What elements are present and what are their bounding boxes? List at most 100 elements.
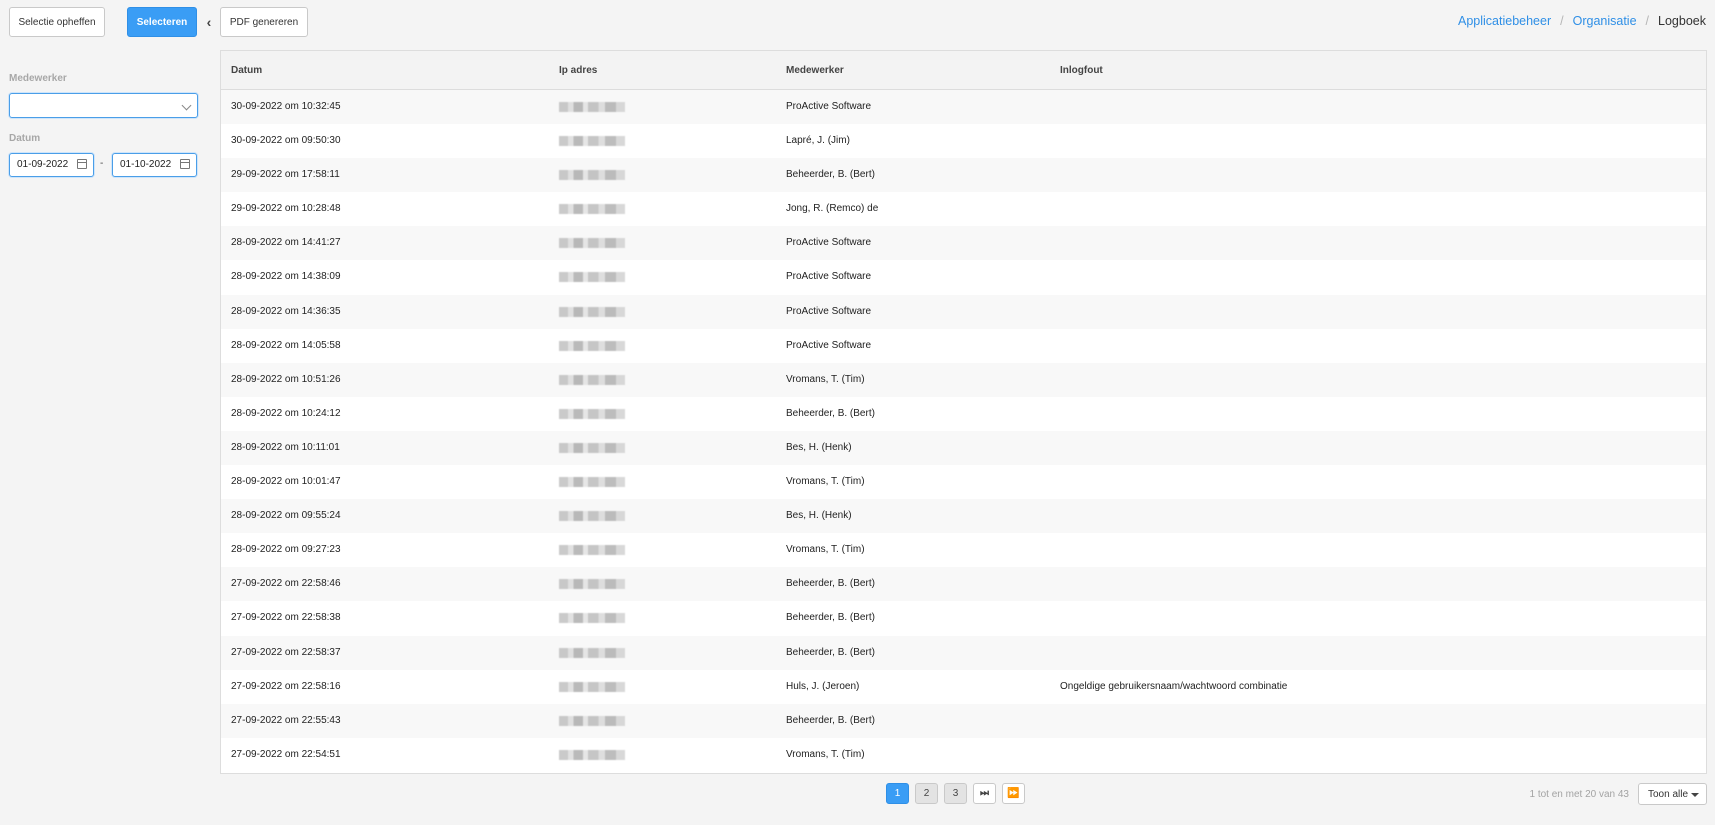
- cell-ip-adres-redacted: [559, 408, 625, 422]
- cell-medewerker: Beheerder, B. (Bert): [786, 714, 875, 726]
- employee-filter-label: Medewerker: [9, 73, 67, 84]
- column-header-inlogfout[interactable]: Inlogfout: [1060, 51, 1103, 90]
- cell-ip-adres-redacted: [559, 170, 625, 183]
- page-size-dropdown[interactable]: Toon alle: [1638, 783, 1707, 805]
- log-table: Datum Ip adres Medewerker Inlogfout 30-0…: [220, 50, 1707, 774]
- column-header-ip-adres[interactable]: Ip adres: [559, 51, 597, 90]
- pagination-range-text: 1 tot en met 20 van 43: [1529, 789, 1629, 800]
- date-from-input[interactable]: 01-09-2022: [9, 153, 94, 177]
- cell-datum: 28-09-2022 om 09:55:24: [231, 510, 341, 522]
- cell-medewerker: ProActive Software: [786, 237, 872, 249]
- cell-datum: 29-09-2022 om 17:58:11: [231, 169, 340, 181]
- date-from-value: 01-09-2022: [17, 159, 69, 170]
- table-row[interactable]: 27-09-2022 om 22:58:37 Beheerder, B. (Ber…: [221, 635, 1706, 670]
- table-row[interactable]: 28-09-2022 om 14:36:35 ProActive Software: [221, 294, 1706, 329]
- table-row[interactable]: 28-09-2022 om 14:38:09 ProActive Software: [221, 260, 1706, 295]
- table-row[interactable]: 28-09-2022 om 14:05:58 ProActive Software: [221, 328, 1706, 363]
- cell-medewerker: Beheerder, B. (Bert): [786, 407, 875, 419]
- cell-medewerker: ProActive Software: [786, 339, 872, 351]
- table-row[interactable]: 28-09-2022 om 10:51:26 Vromans, T. (Tim): [221, 362, 1706, 397]
- cell-ip-adres-redacted: [559, 136, 625, 149]
- cell-medewerker: Huls, J. (Jeroen): [786, 680, 860, 692]
- date-to-input[interactable]: 01-10-2022: [112, 153, 197, 177]
- generate-pdf-button[interactable]: PDF genereren: [220, 7, 308, 37]
- cell-medewerker: ProActive Software: [786, 101, 872, 112]
- table-row[interactable]: 30-09-2022 om 10:32:45 ProActive Software: [221, 90, 1706, 125]
- cell-medewerker: Lapré, J. (Jim): [786, 135, 850, 147]
- table-row[interactable]: 29-09-2022 om 10:28:48 Jong, R. (Remco) d…: [221, 192, 1706, 227]
- cell-ip-adres-redacted: [559, 102, 625, 115]
- cell-ip-adres-redacted: [559, 749, 625, 763]
- date-filter-label: Datum: [9, 133, 41, 144]
- table-row[interactable]: 28-09-2022 om 09:27:23 Vromans, T. (Tim): [221, 533, 1706, 568]
- cell-medewerker: Beheerder, B. (Bert): [786, 169, 875, 181]
- table-body: 30-09-2022 om 10:32:45 ProActive Software…: [221, 90, 1706, 772]
- cell-datum: 27-09-2022 om 22:54:51: [231, 748, 341, 760]
- cell-datum: 27-09-2022 om 22:58:46: [231, 578, 341, 590]
- cell-ip-adres-redacted: [559, 511, 625, 524]
- chevron-left-icon[interactable]: ‹: [203, 13, 215, 31]
- breadcrumb-separator: /: [1645, 14, 1650, 28]
- cell-medewerker: Bes, H. (Henk): [786, 510, 852, 522]
- select-button[interactable]: Selecteren: [127, 7, 197, 37]
- cell-datum: 27-09-2022 om 22:55:43: [231, 714, 341, 726]
- breadcrumb-applicatiebeheer[interactable]: Applicatiebeheer: [1458, 14, 1551, 28]
- table-row[interactable]: 27-09-2022 om 22:58:16 Huls, J. (Jeroen) O…: [221, 669, 1706, 704]
- page-2-button[interactable]: 2: [915, 783, 938, 804]
- cell-datum: 28-09-2022 om 14:05:58: [231, 339, 341, 351]
- cell-inlogfout: Ongeldige gebruikersnaam/wachtwoord comb…: [1060, 680, 1288, 692]
- page-size-label: Toon alle: [1648, 788, 1689, 800]
- cell-datum: 28-09-2022 om 14:36:35: [231, 305, 341, 317]
- table-row[interactable]: 27-09-2022 om 22:54:51 Vromans, T. (Tim): [221, 737, 1706, 772]
- cell-ip-adres-redacted: [559, 579, 625, 592]
- table-row[interactable]: 28-09-2022 om 10:11:01 Bes, H. (Henk): [221, 430, 1706, 466]
- table-row[interactable]: 28-09-2022 om 10:24:12 Beheerder, B. (Ber…: [221, 396, 1706, 431]
- cell-medewerker: Vromans, T. (Tim): [786, 476, 865, 488]
- cell-datum: 28-09-2022 om 14:38:09: [231, 271, 341, 283]
- cell-datum: 27-09-2022 om 22:58:38: [231, 612, 341, 624]
- breadcrumb-separator: /: [1560, 14, 1564, 28]
- cell-datum: 28-09-2022 om 10:11:01: [231, 441, 340, 453]
- fast-forward-icon[interactable]: ⏩: [1002, 783, 1025, 804]
- employee-select[interactable]: [9, 93, 198, 118]
- cell-medewerker: ProActive Software: [786, 271, 872, 283]
- table-row[interactable]: 28-09-2022 om 09:55:24 Bes, H. (Henk): [221, 499, 1706, 534]
- page-3-button[interactable]: 3: [944, 783, 967, 804]
- clear-selection-button[interactable]: Selectie opheffen: [9, 7, 105, 37]
- table-row[interactable]: 28-09-2022 om 10:01:47 Vromans, T. (Tim): [221, 465, 1706, 500]
- cell-medewerker: Jong, R. (Remco) de: [786, 203, 879, 215]
- cell-datum: 27-09-2022 om 22:58:16: [231, 680, 341, 692]
- page-1-button[interactable]: 1: [886, 783, 909, 804]
- table-row[interactable]: 27-09-2022 om 22:55:43 Beheerder, B. (Ber…: [221, 703, 1706, 738]
- breadcrumb-current: Logboek: [1658, 14, 1706, 28]
- date-range-separator: -: [100, 158, 104, 169]
- table-row[interactable]: 30-09-2022 om 09:50:30 Lapré, J. (Jim): [221, 124, 1706, 159]
- cell-medewerker: Beheerder, B. (Bert): [786, 646, 875, 658]
- cell-ip-adres-redacted: [559, 715, 625, 729]
- cell-ip-adres-redacted: [559, 613, 625, 626]
- skip-to-last-icon[interactable]: ⏭: [973, 783, 996, 804]
- calendar-icon[interactable]: [180, 159, 190, 169]
- cell-datum: 28-09-2022 om 09:27:23: [231, 544, 341, 556]
- table-row[interactable]: 29-09-2022 om 17:58:11 Beheerder, B. (Ber…: [221, 158, 1706, 193]
- table-row[interactable]: 27-09-2022 om 22:58:46 Beheerder, B. (Ber…: [221, 567, 1706, 602]
- column-header-datum[interactable]: Datum: [231, 51, 262, 90]
- cell-datum: 28-09-2022 om 10:24:12: [231, 407, 341, 419]
- table-row[interactable]: 28-09-2022 om 14:41:27 ProActive Software: [221, 226, 1706, 261]
- cell-datum: 29-09-2022 om 10:28:48: [231, 203, 341, 215]
- table-header: Datum Ip adres Medewerker Inlogfout: [221, 51, 1706, 90]
- column-header-medewerker[interactable]: Medewerker: [786, 51, 844, 90]
- cell-medewerker: Beheerder, B. (Bert): [786, 612, 875, 624]
- breadcrumb-organisatie[interactable]: Organisatie: [1573, 14, 1637, 28]
- cell-ip-adres-redacted: [559, 545, 625, 558]
- cell-datum: 28-09-2022 om 10:01:47: [231, 476, 341, 488]
- cell-datum: 28-09-2022 om 10:51:26: [231, 373, 341, 385]
- cell-medewerker: Bes, H. (Henk): [786, 441, 852, 453]
- chevron-down-icon: [181, 100, 192, 111]
- calendar-icon[interactable]: [77, 159, 87, 169]
- cell-ip-adres-redacted: [559, 681, 625, 695]
- table-row[interactable]: 27-09-2022 om 22:58:38 Beheerder, B. (Ber…: [221, 601, 1706, 636]
- cell-ip-adres-redacted: [559, 442, 625, 456]
- cell-datum: 27-09-2022 om 22:58:37: [231, 646, 341, 658]
- cell-medewerker: Beheerder, B. (Bert): [786, 578, 875, 590]
